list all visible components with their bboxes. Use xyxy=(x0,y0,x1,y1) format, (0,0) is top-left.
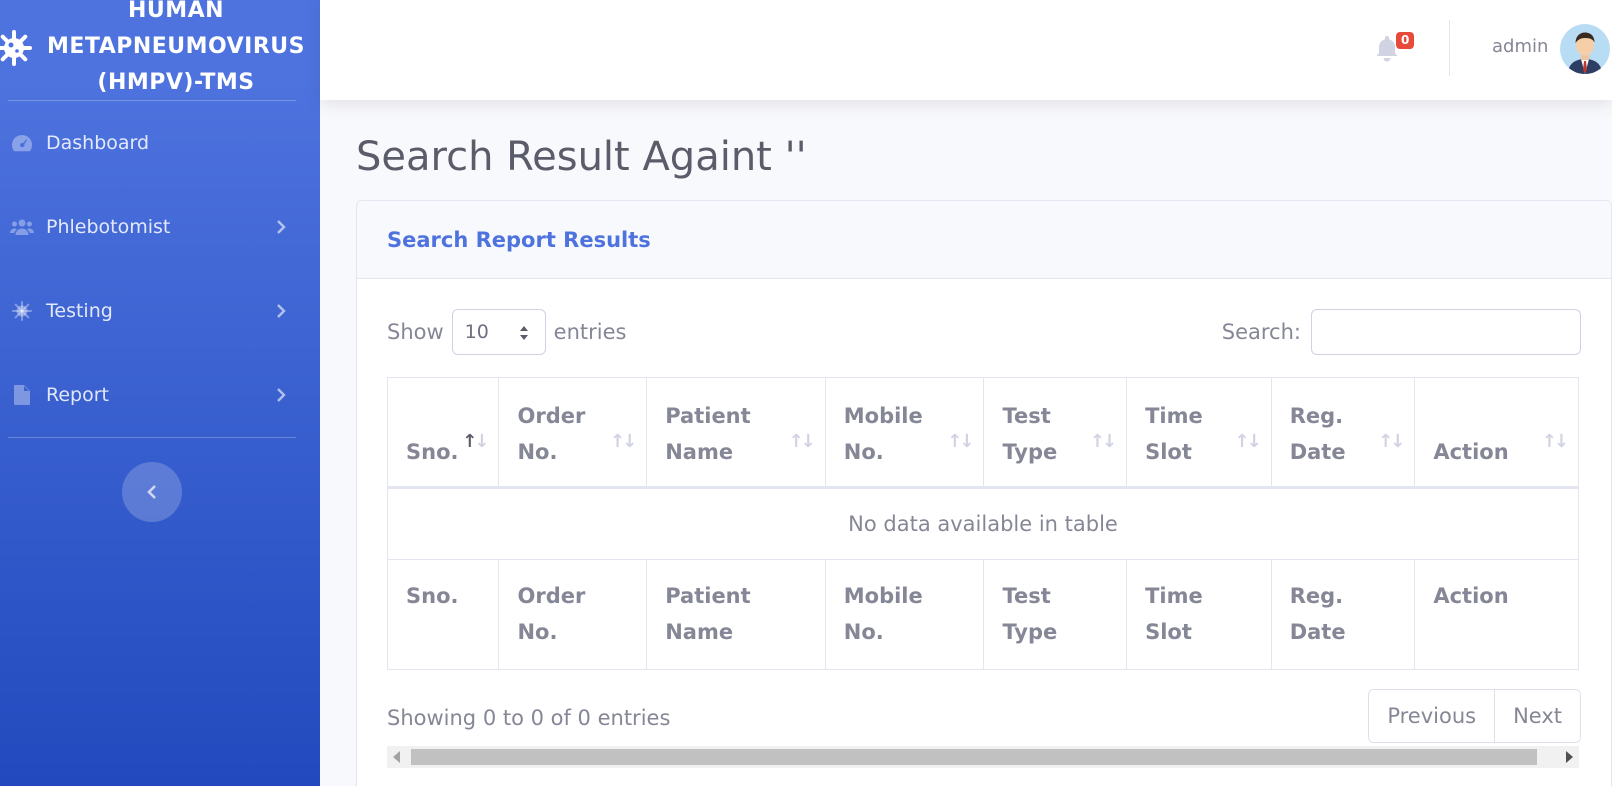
virus-icon xyxy=(0,30,32,66)
pagination: Previous Next xyxy=(1368,689,1581,743)
column-footer-order-no: Order No. xyxy=(498,559,648,670)
empty-table-message: No data available in table xyxy=(387,487,1579,560)
chevron-right-icon xyxy=(277,304,286,318)
brand-title: HUMAN METAPNEUMOVIRUS (HMPV)-TMS xyxy=(46,0,306,95)
card-title: Search Report Results xyxy=(387,227,651,252)
chevron-right-icon xyxy=(277,220,286,234)
topbar-divider xyxy=(1449,20,1450,76)
topbar: 0 admin xyxy=(320,0,1612,100)
sidebar-item-label: Phlebotomist xyxy=(46,216,171,238)
show-label: Show xyxy=(387,320,444,344)
column-header-mobile-no[interactable]: Mobile No. ↑↓ xyxy=(824,377,985,489)
sort-icon: ↑↓ xyxy=(788,431,816,452)
sidebar-divider xyxy=(8,437,296,438)
column-header-test-type[interactable]: Test Type ↑↓ xyxy=(983,377,1128,489)
entries-label: entries xyxy=(553,320,627,344)
results-card: Search Report Results Show 10 entries Se… xyxy=(356,200,1612,786)
previous-page-button[interactable]: Previous xyxy=(1369,690,1495,742)
chevron-right-icon xyxy=(277,388,286,402)
page-length-select[interactable]: 10 xyxy=(451,309,546,355)
tachometer-icon xyxy=(10,133,34,153)
sidebar-item-report[interactable]: Report xyxy=(0,353,320,437)
column-footer-time-slot: Time Slot xyxy=(1126,559,1272,670)
file-icon xyxy=(10,385,34,405)
users-icon xyxy=(10,217,34,237)
horizontal-scrollbar[interactable] xyxy=(387,746,1579,768)
user-name[interactable]: admin xyxy=(1492,36,1548,57)
search-input[interactable] xyxy=(1311,309,1581,355)
sidebar-item-phlebotomist[interactable]: Phlebotomist xyxy=(0,185,320,269)
notification-badge: 0 xyxy=(1396,32,1415,49)
sort-icon: ↑↓ xyxy=(1378,431,1405,452)
column-header-action[interactable]: Action ↑↓ xyxy=(1414,377,1579,489)
sidebar-item-label: Dashboard xyxy=(46,132,150,154)
sort-icon: ↑↓ xyxy=(1234,431,1262,452)
card-header: Search Report Results xyxy=(357,201,1611,279)
sidebar-item-label: Report xyxy=(46,384,109,406)
column-footer-mobile-no: Mobile No. xyxy=(824,559,985,670)
page-title: Search Result Againt '' xyxy=(356,134,807,180)
sort-icon: ↑↓ xyxy=(1541,431,1569,452)
column-footer-patient-name: Patient Name xyxy=(646,559,826,670)
select-arrows-icon xyxy=(519,326,528,340)
sidebar-toggle-button[interactable] xyxy=(122,462,182,522)
next-page-button[interactable]: Next xyxy=(1494,690,1580,742)
search-control: Search: xyxy=(1222,309,1581,355)
sidebar-item-dashboard[interactable]: Dashboard xyxy=(0,101,320,185)
sidebar-brand[interactable]: HUMAN METAPNEUMOVIRUS (HMPV)-TMS xyxy=(0,0,320,100)
sidebar-item-label: Testing xyxy=(46,300,113,322)
scroll-right-arrow-icon[interactable] xyxy=(1566,751,1573,763)
sort-icon: ↑↓ xyxy=(462,431,489,452)
table-info: Showing 0 to 0 of 0 entries xyxy=(387,706,671,730)
column-header-sno[interactable]: Sno. ↑↓ xyxy=(386,377,500,489)
chevron-left-icon xyxy=(147,485,156,499)
sidebar-item-testing[interactable]: Testing xyxy=(0,269,320,353)
sidebar: HUMAN METAPNEUMOVIRUS (HMPV)-TMS Dashboa… xyxy=(0,0,320,786)
virus-icon xyxy=(10,301,34,321)
sort-icon: ↑↓ xyxy=(1089,431,1117,452)
scroll-left-arrow-icon[interactable] xyxy=(393,751,400,763)
table-row: No data available in table xyxy=(387,487,1579,560)
column-header-order-no[interactable]: Order No. ↑↓ xyxy=(498,377,648,489)
page-length-value: 10 xyxy=(464,321,489,343)
sort-icon: ↑↓ xyxy=(947,431,974,452)
column-header-patient-name[interactable]: Patient Name ↑↓ xyxy=(646,377,826,489)
scrollbar-thumb[interactable] xyxy=(411,749,1537,765)
table-header-row: Sno. ↑↓ Order No. ↑↓ Patient Name ↑↓ Mobile… xyxy=(386,377,1579,489)
avatar[interactable] xyxy=(1560,24,1610,74)
column-footer-sno: Sno. xyxy=(386,559,500,670)
column-footer-action: Action xyxy=(1414,559,1579,670)
search-label: Search: xyxy=(1221,320,1301,344)
results-table: Sno. ↑↓ Order No. ↑↓ Patient Name ↑↓ Mobile… xyxy=(386,377,1579,670)
column-footer-reg-date: Reg. Date xyxy=(1270,559,1416,670)
sort-icon: ↑↓ xyxy=(610,431,637,452)
column-header-reg-date[interactable]: Reg. Date ↑↓ xyxy=(1270,377,1416,489)
column-footer-test-type: Test Type xyxy=(983,559,1128,670)
table-footer-row: Sno. Order No. Patient Name Mobile No. T… xyxy=(386,559,1579,670)
length-control: Show 10 entries xyxy=(387,309,626,355)
column-header-time-slot[interactable]: Time Slot ↑↓ xyxy=(1126,377,1272,489)
